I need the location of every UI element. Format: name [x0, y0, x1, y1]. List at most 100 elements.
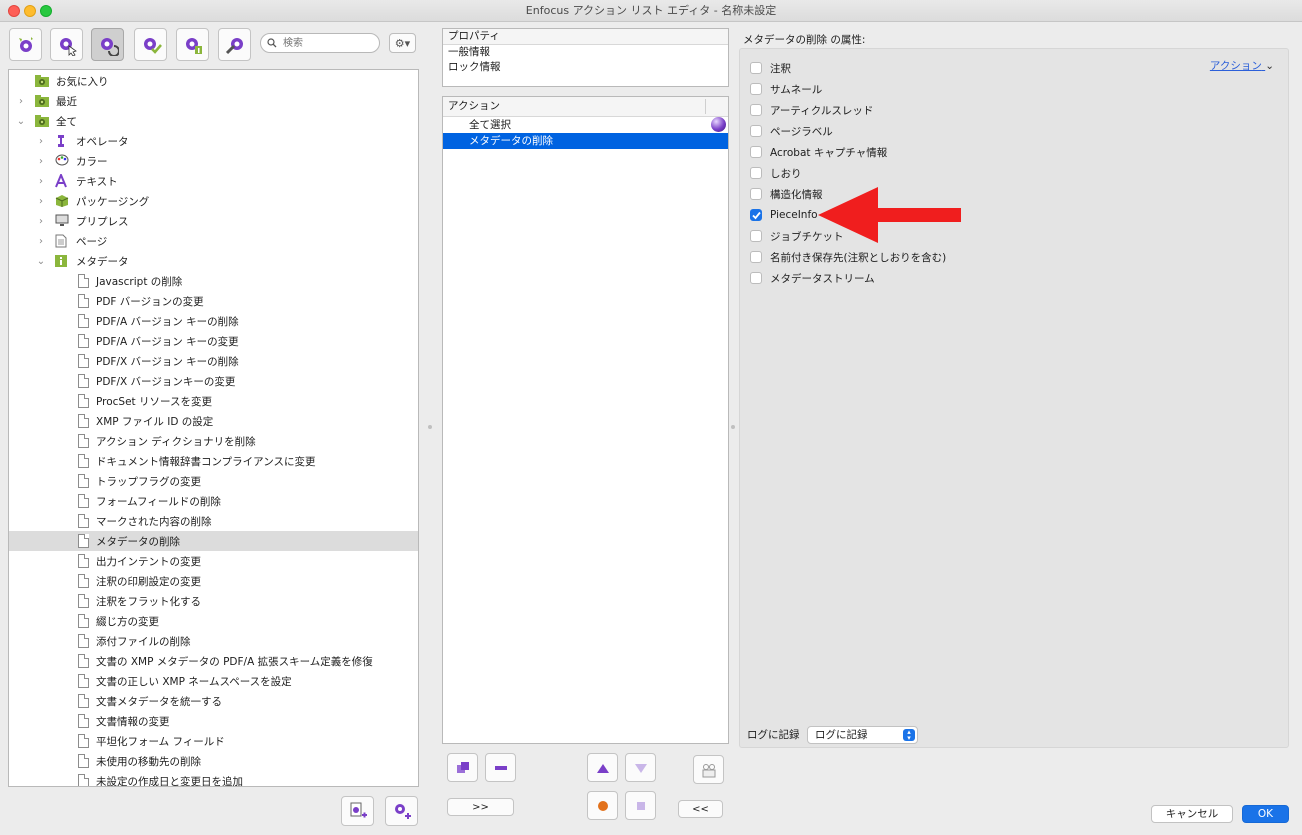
tree-category[interactable]: ⌄ メタデータ [9, 251, 418, 271]
tree-action-item[interactable]: 文書の正しい XMP ネームスペースを設定 [9, 671, 418, 691]
chevron-right-icon[interactable]: › [36, 176, 46, 187]
tree-action-item[interactable]: PDF/X バージョンキーの変更 [9, 371, 418, 391]
option-checkbox-row[interactable]: しおり [750, 165, 802, 181]
gear-cursor-button[interactable] [50, 28, 83, 61]
search-box[interactable] [260, 33, 380, 53]
option-checkbox-row[interactable]: 注釈 [750, 60, 791, 76]
option-checkbox[interactable] [750, 125, 762, 137]
move-up-button[interactable] [587, 753, 618, 782]
tree-category[interactable]: › プリプレス [9, 211, 418, 231]
cancel-button[interactable]: キャンセル [1151, 805, 1233, 823]
tree-action-item[interactable]: 文書メタデータを統一する [9, 691, 418, 711]
left-splitter-handle[interactable] [428, 425, 432, 429]
tree-category[interactable]: › ページ [9, 231, 418, 251]
tree-category[interactable]: › 最近 [9, 91, 418, 111]
chevron-right-icon[interactable]: › [16, 96, 26, 107]
add-to-list-button[interactable]: >> [447, 798, 514, 816]
option-checkbox[interactable] [750, 251, 762, 263]
chevron-right-icon[interactable]: › [36, 216, 46, 227]
minimize-window-button[interactable] [24, 5, 36, 17]
chevron-right-icon[interactable]: › [36, 156, 46, 167]
tree-action-item[interactable]: フォームフィールドの削除 [9, 491, 418, 511]
option-checkbox[interactable] [750, 230, 762, 242]
action-row[interactable]: 全て選択 [443, 117, 728, 133]
option-checkbox-row[interactable]: 名前付き保存先(注釈としおりを含む) [750, 249, 946, 265]
tree-category[interactable]: › テキスト [9, 171, 418, 191]
remove-action-button[interactable] [485, 753, 516, 782]
log-select[interactable]: ログに記録 ▴ ▾ [807, 726, 918, 744]
tree-action-item[interactable]: 平坦化フォーム フィールド [9, 731, 418, 751]
ok-button[interactable]: OK [1242, 805, 1289, 823]
option-checkbox-row[interactable]: Acrobat キャプチャ情報 [750, 144, 887, 160]
option-checkbox[interactable] [750, 167, 762, 179]
zoom-window-button[interactable] [40, 5, 52, 17]
chevron-down-icon[interactable]: ⌄ [36, 256, 46, 267]
tree-action-item[interactable]: ドキュメント情報辞書コンプライアンスに変更 [9, 451, 418, 471]
tree-action-item[interactable]: PDF バージョンの変更 [9, 291, 418, 311]
tree-action-item[interactable]: 添付ファイルの削除 [9, 631, 418, 651]
option-checkbox[interactable] [750, 83, 762, 95]
tree-category[interactable]: ⌄ 全て [9, 111, 418, 131]
tree-action-item[interactable]: 文書情報の変更 [9, 711, 418, 731]
tree-action-item[interactable]: 未設定の作成日と変更日を追加 [9, 771, 418, 786]
gear-check-button[interactable] [134, 28, 167, 61]
gear-info-button[interactable] [176, 28, 209, 61]
action-menu-link[interactable]: アクション ⌄ [1210, 58, 1274, 73]
tree-action-item[interactable]: アクション ディクショナリを削除 [9, 431, 418, 451]
tree-category[interactable]: お気に入り [9, 71, 418, 91]
option-checkbox-row[interactable]: 構造化情報 [750, 186, 823, 202]
tree-action-item[interactable]: メタデータの削除 [9, 531, 418, 551]
tree-action-item[interactable]: 綴じ方の変更 [9, 611, 418, 631]
options-menu-button[interactable]: ⚙▾ [389, 33, 416, 53]
tree-action-item[interactable]: PDF/A バージョン キーの変更 [9, 331, 418, 351]
tree-action-item[interactable]: 注釈をフラット化する [9, 591, 418, 611]
add-page-action-button[interactable] [341, 796, 374, 826]
option-checkbox-row[interactable]: ページラベル [750, 123, 833, 139]
chevron-right-icon[interactable]: › [36, 196, 46, 207]
tree-action-item[interactable]: Javascript の削除 [9, 271, 418, 291]
option-checkbox[interactable] [750, 272, 762, 284]
add-gear-action-button[interactable] [385, 796, 418, 826]
option-checkbox[interactable] [750, 146, 762, 158]
tree-action-item[interactable]: マークされた内容の削除 [9, 511, 418, 531]
option-checkbox[interactable] [750, 62, 762, 74]
tree-action-item[interactable]: PDF/A バージョン キーの削除 [9, 311, 418, 331]
search-input[interactable] [281, 36, 369, 50]
tree-action-item[interactable]: PDF/X バージョン キーの削除 [9, 351, 418, 371]
tree-action-item[interactable]: ProcSet リソースを変更 [9, 391, 418, 411]
gear-refresh-button[interactable] [91, 28, 124, 61]
option-checkbox-row[interactable]: メタデータストリーム [750, 270, 875, 286]
right-splitter-handle[interactable] [731, 425, 735, 429]
preview-button[interactable] [693, 755, 724, 784]
tree-category[interactable]: › カラー [9, 151, 418, 171]
chevron-right-icon[interactable]: › [36, 236, 46, 247]
gear-sparkle-button[interactable] [9, 28, 42, 61]
option-checkbox[interactable] [750, 209, 762, 221]
action-tree[interactable]: お気に入り › 最近 ⌄ 全て › オペレータ › カラー › テキスト › パッケージング › プリプレス… [8, 69, 419, 787]
option-checkbox[interactable] [750, 104, 762, 116]
tree-action-item[interactable]: 未使用の移動先の削除 [9, 751, 418, 771]
record-button[interactable] [587, 791, 618, 820]
duplicate-action-button[interactable] [447, 753, 478, 782]
move-down-button[interactable] [625, 753, 656, 782]
wrench-gear-button[interactable] [218, 28, 251, 61]
option-checkbox[interactable] [750, 188, 762, 200]
close-window-button[interactable] [8, 5, 20, 17]
tree-category[interactable]: › オペレータ [9, 131, 418, 151]
option-checkbox-row[interactable]: PieceInfo [750, 207, 818, 223]
stop-button[interactable] [625, 791, 656, 820]
chevron-right-icon[interactable]: › [36, 136, 46, 147]
tree-action-item[interactable]: 注釈の印刷設定の変更 [9, 571, 418, 591]
properties-item[interactable]: 一般情報 [443, 45, 728, 60]
chevron-down-icon[interactable]: ⌄ [16, 116, 26, 127]
action-row[interactable]: メタデータの削除 [443, 133, 728, 149]
tree-action-item[interactable]: XMP ファイル ID の設定 [9, 411, 418, 431]
properties-item[interactable]: ロック情報 [443, 60, 728, 75]
remove-from-list-button[interactable]: << [678, 800, 723, 818]
tree-category[interactable]: › パッケージング [9, 191, 418, 211]
tree-action-item[interactable]: 文書の XMP メタデータの PDF/A 拡張スキーム定義を修復 [9, 651, 418, 671]
tree-action-item[interactable]: 出力インテントの変更 [9, 551, 418, 571]
option-checkbox-row[interactable]: サムネール [750, 81, 822, 97]
option-checkbox-row[interactable]: アーティクルスレッド [750, 102, 873, 118]
tree-action-item[interactable]: トラップフラグの変更 [9, 471, 418, 491]
